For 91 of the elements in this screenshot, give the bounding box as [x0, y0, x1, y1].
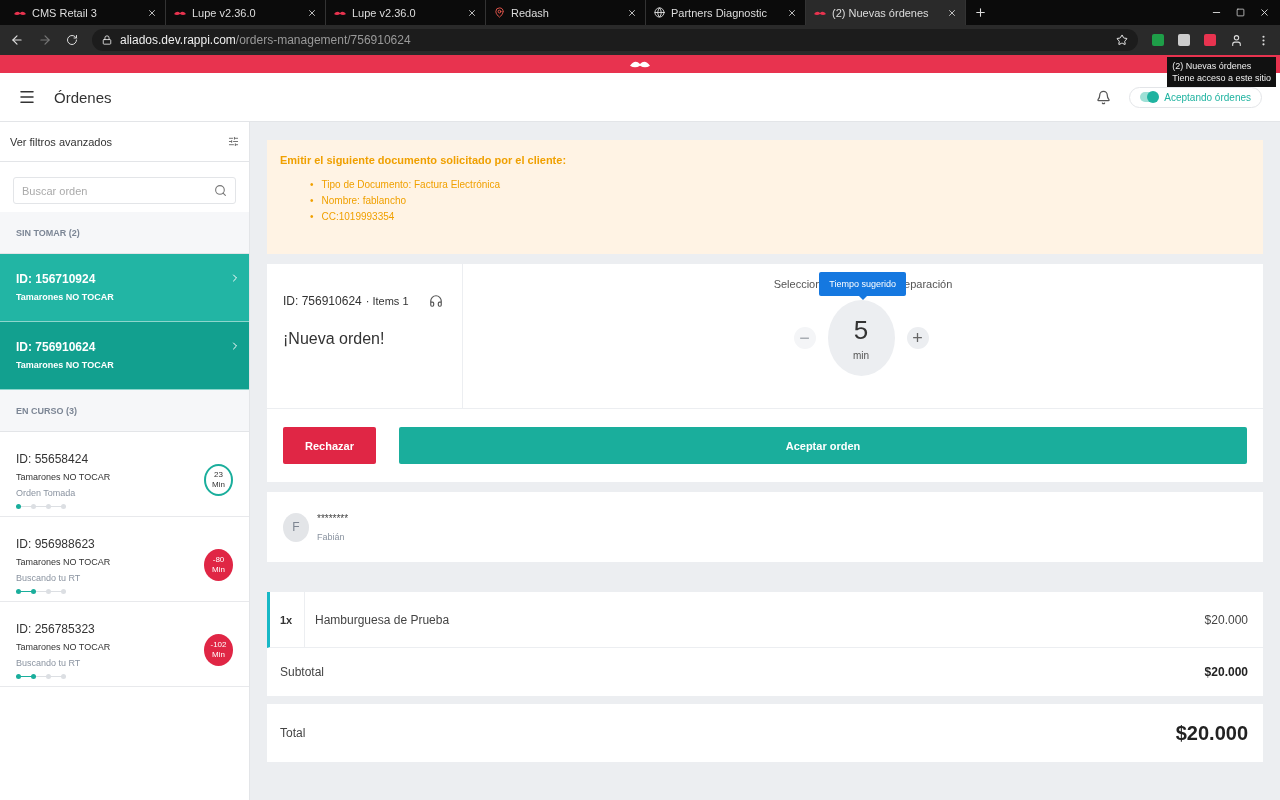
time-label: eparación — [904, 278, 953, 290]
tab-title: Redash — [511, 6, 550, 19]
tab-title: Partners Diagnostic — [671, 6, 768, 19]
url-text: aliados.dev.rappi.com/orders-management/756910624 — [120, 33, 411, 47]
product-qty: 1x — [270, 592, 305, 647]
tab-title: CMS Retail 3 — [32, 6, 98, 19]
filter-icon[interactable] — [228, 136, 239, 147]
close-icon[interactable] — [787, 7, 797, 18]
order-id: ID: 156710924 — [16, 272, 97, 286]
customer-name: Fabián — [317, 531, 346, 542]
close-icon[interactable] — [627, 7, 637, 18]
order-status: Buscando tu RT — [16, 572, 82, 583]
menu-icon[interactable] — [18, 88, 36, 106]
bookmark-star-icon[interactable] — [1116, 34, 1128, 46]
close-icon[interactable] — [1259, 7, 1270, 18]
extension-icon[interactable] — [1152, 34, 1164, 46]
extension-icon[interactable] — [1204, 34, 1216, 46]
total-value: $20.000 — [1175, 721, 1248, 745]
headphones-icon[interactable] — [428, 294, 443, 308]
progress-steps — [16, 673, 66, 679]
close-icon[interactable] — [947, 7, 957, 18]
product-name: Hamburguesa de Prueba — [314, 612, 451, 627]
store-name: Tamarones NO TOCAR — [16, 641, 111, 652]
bullet: • — [310, 210, 314, 223]
close-icon[interactable] — [307, 7, 317, 18]
search-icon[interactable] — [214, 184, 227, 197]
filters-label[interactable]: Ver filtros avanzados — [10, 135, 113, 148]
subtotal-value: $20.000 — [1204, 665, 1248, 679]
bullet: • — [310, 178, 314, 191]
tab-title: Lupe v2.36.0 — [192, 6, 257, 19]
order-item[interactable]: ID: 256785323 Tamarones NO TOCAR Buscando tu RT -102 Min — [0, 602, 249, 687]
order-item[interactable]: ID: 55658424 Tamarones NO TOCAR Orden Tomada 23 Min — [0, 432, 249, 517]
extension-tooltip: (2) Nuevas órdenes Tiene acceso a este sitio — [1167, 57, 1276, 87]
notice-item: CC:1019993354 — [321, 210, 395, 223]
product-price: $20.000 — [1204, 612, 1249, 627]
browser-tab[interactable]: (2) Nuevas órdenes — [806, 0, 966, 25]
profile-icon[interactable] — [1230, 33, 1243, 47]
tab-title: (2) Nuevas órdenes — [832, 6, 930, 19]
section-title: SIN TOMAR (2) — [0, 212, 249, 254]
bell-icon[interactable] — [1096, 89, 1112, 105]
mustache-icon — [334, 9, 346, 16]
store-name: Tamarones NO TOCAR — [16, 360, 114, 370]
customer-phone: ******** — [317, 512, 349, 524]
mustache-icon — [814, 9, 826, 16]
mustache-logo — [628, 59, 652, 69]
notice-title: Emitir el siguiente documento solicitado por el cliente: — [280, 154, 568, 166]
globe-icon — [654, 7, 665, 18]
search-field[interactable]: Buscar orden — [13, 177, 236, 204]
order-id: ID: 55658424 — [16, 451, 90, 466]
new-tab-icon[interactable] — [974, 6, 987, 19]
store-name: Tamarones NO TOCAR — [16, 556, 111, 567]
back-icon[interactable] — [10, 33, 24, 47]
lock-icon — [102, 35, 112, 45]
progress-steps — [16, 588, 66, 594]
timer-badge: -80 Min — [204, 549, 233, 581]
notice-item: Nombre: fablancho — [321, 194, 406, 207]
order-id: ID: 756910624 — [16, 340, 97, 354]
maximize-icon[interactable] — [1236, 8, 1245, 17]
store-name: Tamarones NO TOCAR — [16, 471, 111, 482]
extension-icon[interactable] — [1178, 34, 1190, 46]
avatar: F — [283, 512, 309, 542]
time-display: 5 min — [827, 300, 895, 376]
order-headline: ¡Nueva orden! — [283, 330, 386, 348]
subtotal-label: Subtotal — [280, 665, 325, 679]
forward-icon[interactable] — [38, 33, 52, 47]
increase-button[interactable]: + — [906, 327, 929, 349]
tab-title: Lupe v2.36.0 — [352, 6, 417, 19]
store-name: Tamarones NO TOCAR — [16, 292, 114, 302]
mustache-icon — [14, 9, 26, 16]
timer-badge: 23 Min — [204, 464, 233, 496]
reject-button[interactable]: Rechazar — [283, 427, 376, 464]
close-icon[interactable] — [467, 7, 477, 18]
close-icon[interactable] — [147, 7, 157, 18]
timer-badge: -102 Min — [204, 634, 233, 666]
progress-steps — [16, 503, 66, 509]
order-id: ID: 956988623 — [16, 536, 96, 551]
order-id: ID: 756910624 — [283, 294, 362, 308]
items-count: · Items 1 — [365, 295, 409, 307]
order-status: Buscando tu RT — [16, 657, 82, 668]
order-id: ID: 256785323 — [16, 621, 96, 636]
pin-icon — [494, 7, 505, 18]
mustache-icon — [174, 9, 186, 16]
bullet: • — [310, 194, 314, 207]
total-label: Total — [280, 726, 306, 740]
section-title: EN CURSO (3) — [0, 390, 249, 432]
order-item[interactable]: ID: 956988623 Tamarones NO TOCAR Buscando tu RT -80 Min — [0, 517, 249, 602]
address-bar[interactable]: aliados.dev.rappi.com/orders-management/756910624 — [92, 29, 1138, 51]
reload-icon[interactable] — [66, 34, 78, 46]
notice-item: Tipo de Documento: Factura Electrónica — [321, 178, 501, 191]
page-title: Órdenes — [54, 88, 113, 106]
order-status: Orden Tomada — [16, 487, 77, 498]
